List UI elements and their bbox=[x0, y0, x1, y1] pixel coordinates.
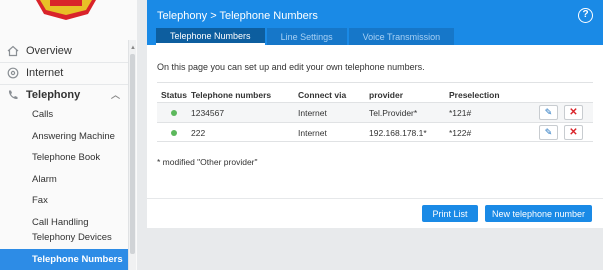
footnote: * modified "Other provider" bbox=[157, 157, 258, 167]
table-row[interactable]: 222 Internet 192.168.178.1* *122# ✎ ✕ bbox=[157, 122, 593, 142]
table-row[interactable]: 1234567 Internet Tel.Provider* *121# ✎ ✕ bbox=[157, 102, 593, 122]
help-icon[interactable]: ? bbox=[578, 8, 593, 23]
sidebar-item-internet[interactable]: Internet bbox=[0, 62, 128, 84]
scroll-up-icon[interactable]: ▲ bbox=[129, 44, 137, 52]
new-telephone-number-button[interactable]: New telephone number bbox=[485, 205, 592, 222]
divider bbox=[157, 82, 593, 83]
sidebar-item-alarm[interactable]: Alarm bbox=[0, 169, 128, 191]
status-ok-icon bbox=[171, 130, 177, 136]
sidebar-item-label: Telephone Numbers bbox=[32, 253, 123, 265]
breadcrumb: Telephony > Telephone Numbers bbox=[157, 10, 318, 22]
home-icon bbox=[6, 44, 20, 58]
sidebar-item-label: Calls bbox=[32, 109, 54, 121]
divider bbox=[147, 198, 603, 199]
cell-number: 1234567 bbox=[191, 108, 225, 118]
sidebar: ▲ Overview Internet Telephony ︿ Calls An… bbox=[0, 0, 137, 270]
column-header-preselection: Preselection bbox=[449, 90, 500, 100]
tab-line-settings[interactable]: Line Settings bbox=[266, 28, 347, 45]
cell-connect-via: Internet bbox=[298, 108, 327, 118]
cell-number: 222 bbox=[191, 128, 206, 138]
status-ok-icon bbox=[171, 110, 177, 116]
column-header-provider: provider bbox=[369, 90, 404, 100]
sidebar-item-answering-machine[interactable]: Answering Machine bbox=[0, 126, 128, 148]
column-header-connect-via: Connect via bbox=[298, 90, 347, 100]
sidebar-item-telephone-book[interactable]: Telephone Book bbox=[0, 147, 128, 169]
sidebar-item-calls[interactable]: Calls bbox=[0, 104, 128, 126]
phone-icon bbox=[6, 88, 20, 102]
delete-button[interactable]: ✕ bbox=[564, 105, 583, 120]
column-header-number: Telephone numbers bbox=[191, 90, 272, 100]
globe-icon bbox=[6, 66, 20, 80]
tab-bar: Telephone Numbers Line Settings Voice Tr… bbox=[156, 28, 456, 45]
column-header-status: Status bbox=[161, 90, 187, 100]
edit-button[interactable]: ✎ bbox=[539, 105, 558, 120]
scroll-thumb[interactable] bbox=[130, 54, 135, 254]
close-icon: ✕ bbox=[569, 127, 578, 138]
sidebar-item-label: Internet bbox=[26, 67, 64, 79]
sidebar-item-overview[interactable]: Overview bbox=[0, 40, 128, 62]
sidebar-item-label: Answering Machine bbox=[32, 130, 115, 142]
sidebar-item-label: Alarm bbox=[32, 173, 57, 185]
cell-provider: 192.168.178.1* bbox=[369, 128, 427, 138]
sidebar-item-fax[interactable]: Fax bbox=[0, 190, 128, 212]
tab-telephone-numbers[interactable]: Telephone Numbers bbox=[156, 28, 265, 45]
fritz-logo[interactable] bbox=[0, 0, 137, 40]
cell-connect-via: Internet bbox=[298, 128, 327, 138]
close-icon: ✕ bbox=[569, 107, 578, 118]
main-content: On this page you can set up and edit you… bbox=[147, 45, 603, 228]
edit-button[interactable]: ✎ bbox=[539, 125, 558, 140]
pencil-icon: ✎ bbox=[544, 107, 553, 117]
cell-provider: Tel.Provider* bbox=[369, 108, 418, 118]
intro-text: On this page you can set up and edit you… bbox=[157, 62, 425, 72]
sidebar-item-label: Fax bbox=[32, 195, 48, 207]
pencil-icon: ✎ bbox=[544, 127, 553, 137]
sidebar-item-label: Telephone Book bbox=[32, 152, 101, 164]
cell-preselection: *121# bbox=[449, 108, 472, 118]
page-header: Telephony > Telephone Numbers ? Telephon… bbox=[147, 0, 603, 45]
sidebar-item-telephony-devices[interactable]: Telephony Devices bbox=[0, 227, 128, 249]
sidebar-item-label: Telephony Devices bbox=[32, 232, 112, 244]
sidebar-item-telephone-numbers[interactable]: Telephone Numbers bbox=[0, 248, 128, 270]
tab-voice-transmission[interactable]: Voice Transmission bbox=[348, 28, 455, 45]
chevron-up-icon[interactable]: ︿ bbox=[111, 88, 120, 101]
sidebar-item-label: Overview bbox=[26, 45, 72, 57]
sidebar-item-telephony[interactable]: Telephony ︿ bbox=[0, 84, 128, 106]
cell-preselection: *122# bbox=[449, 128, 472, 138]
sidebar-scrollbar[interactable]: ▲ bbox=[128, 40, 136, 270]
print-list-button[interactable]: Print List bbox=[422, 205, 478, 222]
sidebar-item-label: Telephony bbox=[26, 89, 81, 101]
delete-button[interactable]: ✕ bbox=[564, 125, 583, 140]
